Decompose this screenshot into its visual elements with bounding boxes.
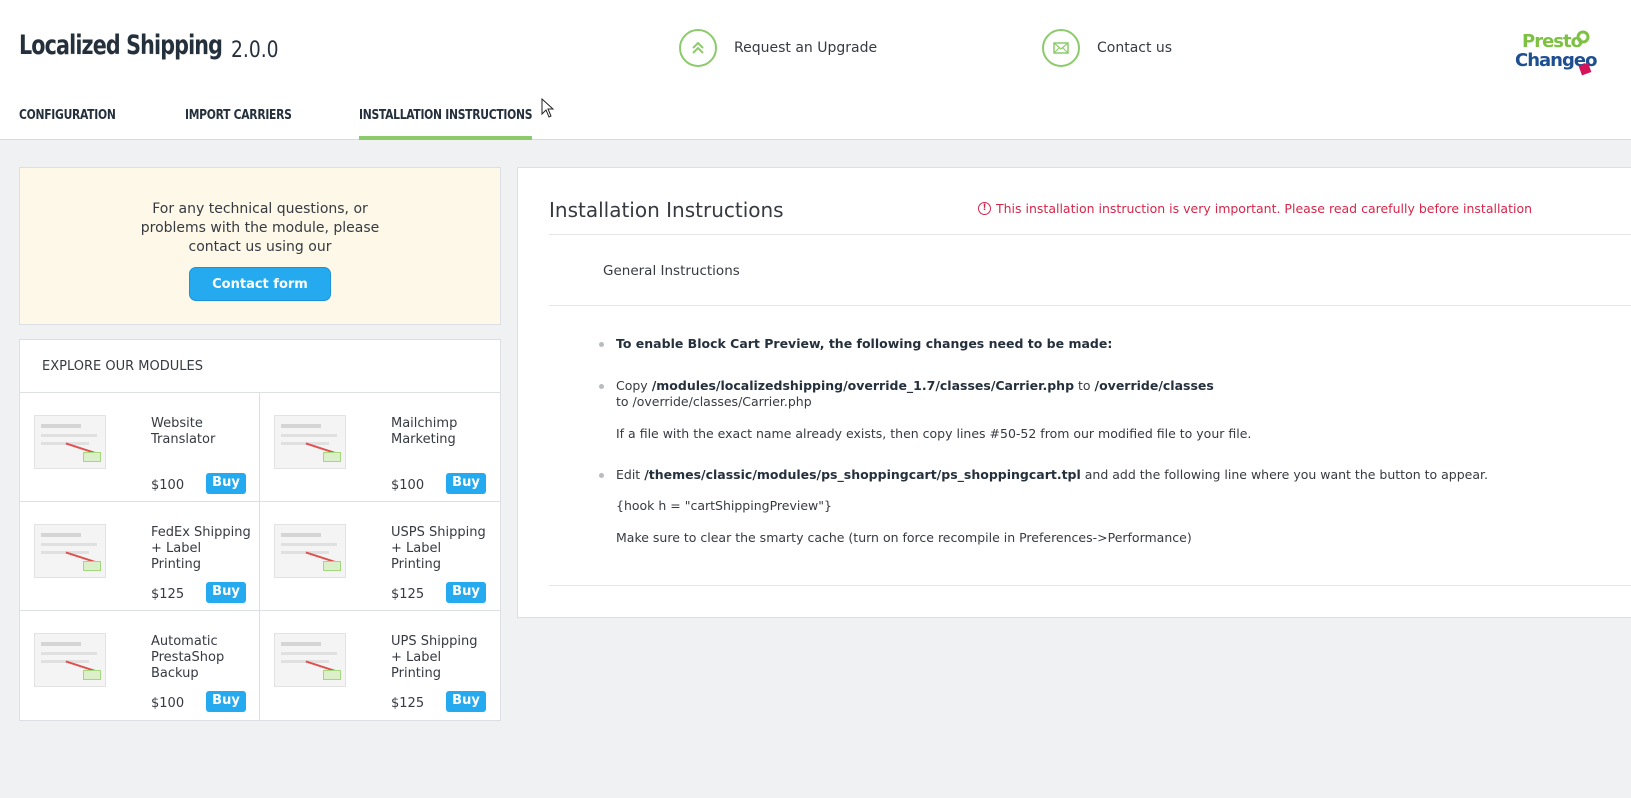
buy-button[interactable]: Buy [206, 582, 246, 603]
exclamation-circle-icon: ! [978, 202, 991, 215]
module-thumbnail[interactable] [34, 524, 106, 578]
step-3-file-path: /themes/classic/modules/ps_shoppingcart/… [644, 467, 1081, 482]
module-name[interactable]: Mailchimp Marketing [391, 416, 491, 448]
module-thumbnail[interactable] [34, 633, 106, 687]
divider [549, 234, 1631, 235]
module-name[interactable]: Automatic PrestaShop Backup [151, 634, 251, 682]
step-2-mid: to [1074, 378, 1095, 393]
step-2-prefix: Copy [616, 378, 652, 393]
explore-modules-heading: EXPLORE OUR MODULES [20, 340, 500, 393]
bullet-dot [599, 473, 604, 478]
request-upgrade-link[interactable]: Request an Upgrade [679, 29, 877, 67]
module-price: $100 [151, 696, 185, 711]
instruction-step-2: Copy /modules/localizedshipping/override… [616, 378, 1214, 394]
module-name[interactable]: FedEx Shipping + Label Printing [151, 525, 251, 573]
instruction-step-3: Edit /themes/classic/modules/ps_shopping… [616, 467, 1488, 483]
bullet-dot [599, 342, 604, 347]
bullet-dot [599, 384, 604, 389]
step-3-suffix: and add the following line where you wan… [1080, 467, 1488, 482]
module-price: $100 [391, 478, 425, 493]
module-card[interactable]: Automatic PrestaShop Backup $100 Buy [20, 611, 260, 720]
module-title: Localized Shipping [19, 30, 223, 61]
step-1-text: To enable Block Cart Preview, the follow… [616, 336, 1113, 351]
module-card[interactable]: USPS Shipping + Label Printing $125 Buy [260, 502, 500, 611]
modules-grid: Website Translator $100 Buy Mailchimp Ma… [20, 393, 500, 720]
installation-instructions-panel: Installation Instructions ! This install… [517, 167, 1631, 618]
tab-configuration[interactable]: CONFIGURATION [19, 108, 116, 140]
module-card[interactable]: FedEx Shipping + Label Printing $125 Buy [20, 502, 260, 611]
request-upgrade-label: Request an Upgrade [734, 40, 878, 56]
module-name[interactable]: UPS Shipping + Label Printing [391, 634, 491, 682]
buy-button[interactable]: Buy [446, 473, 486, 494]
module-card[interactable]: Mailchimp Marketing $100 Buy [260, 393, 500, 502]
step-3-note: Make sure to clear the smarty cache (tur… [616, 530, 1192, 545]
step-2-note: If a file with the exact name already ex… [616, 426, 1252, 441]
important-warning: ! This installation instruction is very … [978, 201, 1532, 216]
hook-code-line: {hook h = "cartShippingPreview"} [616, 498, 832, 513]
tab-import-carriers[interactable]: IMPORT CARRIERS [185, 108, 292, 140]
module-version: 2.0.0 [231, 38, 279, 63]
contact-us-link[interactable]: Contact us [1042, 29, 1172, 67]
module-thumbnail[interactable] [274, 415, 346, 469]
step-3-prefix: Edit [616, 467, 645, 482]
module-card[interactable]: UPS Shipping + Label Printing $125 Buy [260, 611, 500, 720]
module-price: $125 [391, 587, 425, 602]
warning-text: This installation instruction is very im… [996, 201, 1533, 216]
buy-button[interactable]: Buy [446, 582, 486, 603]
general-instructions-heading: General Instructions [603, 263, 740, 279]
module-thumbnail[interactable] [34, 415, 106, 469]
contact-us-label: Contact us [1097, 40, 1173, 56]
svg-text:Presto: Presto [1522, 31, 1583, 52]
tab-installation-instructions[interactable]: INSTALLATION INSTRUCTIONS [359, 108, 532, 140]
buy-button[interactable]: Buy [206, 473, 246, 494]
explore-modules-panel: EXPLORE OUR MODULES Website Translator $… [19, 339, 501, 721]
panel-title: Installation Instructions [549, 198, 784, 222]
module-price: $125 [391, 696, 425, 711]
module-card[interactable]: Website Translator $100 Buy [20, 393, 260, 502]
divider [549, 585, 1631, 586]
module-thumbnail[interactable] [274, 633, 346, 687]
double-chevron-up-icon [679, 29, 717, 67]
module-name[interactable]: Website Translator [151, 416, 251, 448]
top-bar: Localized Shipping 2.0.0 Request an Upgr… [0, 0, 1631, 140]
buy-button[interactable]: Buy [206, 691, 246, 712]
module-price: $100 [151, 478, 185, 493]
buy-button[interactable]: Buy [446, 691, 486, 712]
contact-form-button[interactable]: Contact form [189, 267, 331, 301]
support-text: For any technical questions, or problems… [140, 201, 380, 255]
module-thumbnail[interactable] [274, 524, 346, 578]
step-2-line-2: to /override/classes/Carrier.php [616, 394, 812, 409]
mouse-cursor-icon [541, 97, 555, 122]
support-box: For any technical questions, or problems… [19, 167, 501, 325]
envelope-icon [1042, 29, 1080, 67]
step-2-dest-path: /override/classes [1094, 378, 1214, 393]
instruction-step-1: To enable Block Cart Preview, the follow… [616, 336, 1112, 352]
step-2-source-path: /modules/localizedshipping/override_1.7/… [651, 378, 1075, 393]
divider [549, 305, 1631, 306]
presto-changeo-logo[interactable]: Presto Changeo [1512, 28, 1602, 78]
module-name[interactable]: USPS Shipping + Label Printing [391, 525, 491, 573]
module-price: $125 [151, 587, 185, 602]
